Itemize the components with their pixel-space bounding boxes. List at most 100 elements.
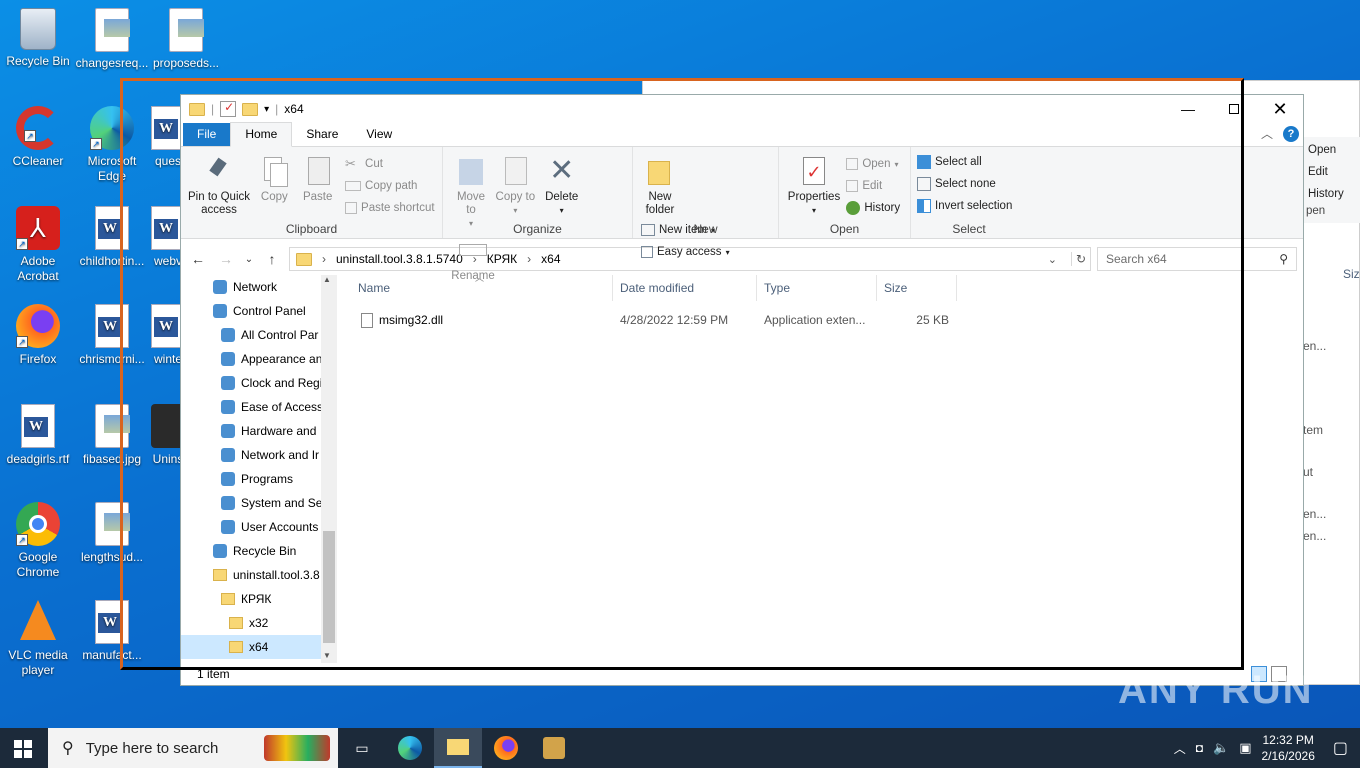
copy-path-button[interactable]: Copy path bbox=[345, 175, 435, 197]
properties-button[interactable]: ✓ Properties ▾ bbox=[785, 155, 843, 217]
nav-scrollbar-thumb[interactable] bbox=[323, 531, 335, 643]
maximize-button[interactable] bbox=[1211, 95, 1257, 123]
easy-access-button[interactable]: Easy access ▾ bbox=[641, 241, 730, 263]
notifications-icon[interactable]: ▢ bbox=[1333, 738, 1348, 758]
invert-selection-button[interactable]: Invert selection bbox=[917, 195, 1021, 217]
pin-quick-access-button[interactable]: Pin to Quick access bbox=[187, 155, 251, 217]
nav-item[interactable]: System and Sec bbox=[181, 491, 328, 515]
taskbar-search-input[interactable]: Type here to search bbox=[86, 740, 219, 757]
nav-item[interactable]: КРЯК bbox=[181, 587, 321, 611]
search-box[interactable]: Search x64 ⚲ bbox=[1097, 247, 1297, 271]
nav-item[interactable]: Appearance an bbox=[181, 347, 322, 371]
column-size[interactable]: Size bbox=[877, 275, 957, 301]
taskbar-search[interactable]: ⚲ Type here to search bbox=[48, 728, 338, 768]
paste-shortcut-button[interactable]: Paste shortcut bbox=[345, 197, 435, 219]
column-date-modified[interactable]: Date modified bbox=[613, 275, 757, 301]
copy-to-button[interactable]: Copy to ▾ bbox=[494, 155, 536, 217]
file-row[interactable]: msimg32.dll 4/28/2022 12:59 PM Applicati… bbox=[351, 309, 1291, 331]
select-none-button[interactable]: Select none bbox=[917, 173, 1021, 195]
tab-view[interactable]: View bbox=[352, 123, 406, 146]
recent-locations-chevron-icon[interactable]: ⌄ bbox=[243, 254, 255, 265]
minimize-button[interactable]: — bbox=[1165, 95, 1211, 123]
nav-item[interactable]: Recycle Bin bbox=[181, 539, 321, 563]
bg-open-button[interactable]: Open bbox=[1304, 139, 1360, 161]
show-hidden-icons-chevron-icon[interactable]: ︿ bbox=[1174, 740, 1186, 757]
forward-button[interactable]: → bbox=[215, 251, 237, 267]
desktop-icon-word[interactable]: W deadgirls.rtf bbox=[0, 404, 76, 467]
bg-edit-button[interactable]: Edit bbox=[1304, 161, 1360, 183]
nav-item[interactable]: Control Panel bbox=[181, 299, 321, 323]
customize-quick-access-chevron-icon[interactable]: ▾ bbox=[264, 104, 269, 115]
meet-now-icon[interactable]: ◘ bbox=[1196, 741, 1203, 755]
uninstall-tool-taskbar-icon[interactable] bbox=[530, 728, 578, 768]
desktop-icon-edge[interactable]: ↗ Microsoft Edge bbox=[74, 106, 150, 184]
edge-taskbar-icon[interactable] bbox=[386, 728, 434, 768]
desktop-icon-firefox[interactable]: ↗ Firefox bbox=[0, 304, 76, 367]
new-folder-button[interactable]: New folder bbox=[639, 155, 681, 217]
clock[interactable]: 12:32 PM 2/16/2026 bbox=[1261, 732, 1314, 764]
nav-item[interactable]: Programs bbox=[181, 467, 321, 491]
desktop-icon-image[interactable]: lengthsud... bbox=[74, 502, 150, 565]
cut-button[interactable]: ✂ Cut bbox=[345, 153, 435, 175]
nav-item[interactable]: Network bbox=[181, 275, 321, 299]
file-explorer-taskbar-icon[interactable] bbox=[434, 728, 482, 768]
help-icon[interactable]: ? bbox=[1283, 125, 1299, 142]
nav-item[interactable]: User Accounts bbox=[181, 515, 321, 539]
search-input[interactable]: Search x64 bbox=[1106, 252, 1167, 266]
tab-share[interactable]: Share bbox=[292, 123, 352, 146]
scroll-down-arrow-icon[interactable]: ▼ bbox=[323, 651, 331, 660]
back-button[interactable]: ← bbox=[187, 251, 209, 267]
desktop-icon-ccleaner[interactable]: ↗ CCleaner bbox=[0, 106, 76, 169]
bg-history-button[interactable]: History bbox=[1304, 183, 1360, 205]
column-type[interactable]: Type bbox=[757, 275, 877, 301]
desktop-icon-chrome[interactable]: ↗ Google Chrome bbox=[0, 502, 76, 580]
desktop-icon-image[interactable]: fibased.jpg bbox=[74, 404, 150, 467]
nav-item[interactable]: x64 bbox=[181, 635, 321, 659]
tab-file[interactable]: File bbox=[183, 123, 231, 146]
desktop-icon-file[interactable]: proposeds... bbox=[148, 8, 224, 71]
up-button[interactable]: ↑ bbox=[261, 251, 283, 267]
desktop-icon-file[interactable]: changesreq... bbox=[74, 8, 150, 71]
move-to-button[interactable]: Move to ▾ bbox=[451, 155, 491, 230]
refresh-icon[interactable]: ↻ bbox=[1070, 252, 1090, 266]
firefox-taskbar-icon[interactable] bbox=[482, 728, 530, 768]
new-folder-quick-icon[interactable] bbox=[242, 102, 259, 116]
start-windows-icon[interactable] bbox=[14, 740, 32, 758]
copy-button[interactable]: Copy bbox=[254, 155, 294, 204]
title-bar[interactable]: | ✓ ▾ | x64 — ✕ bbox=[181, 95, 1303, 123]
tab-home[interactable]: Home bbox=[230, 122, 293, 147]
desktop-icon-vlc[interactable]: VLC media player bbox=[0, 600, 76, 678]
close-button[interactable]: ✕ bbox=[1257, 95, 1303, 123]
desktop-icon-acrobat[interactable]: ⅄ ↗ Adobe Acrobat bbox=[0, 206, 76, 284]
nav-item[interactable]: Network and Ir bbox=[181, 443, 321, 467]
breadcrumb-item[interactable]: uninstall.tool.3.8.1.5740 bbox=[336, 252, 463, 266]
bg-column-size[interactable]: Size bbox=[1343, 267, 1360, 281]
nav-item[interactable]: x32 bbox=[181, 611, 321, 635]
desktop-icon-word[interactable]: W childhortin... bbox=[74, 206, 150, 269]
breadcrumb-separator-icon: › bbox=[322, 252, 326, 266]
desktop-icon-word[interactable]: W chrismorni... bbox=[74, 304, 150, 367]
open-button[interactable]: Open ▾ bbox=[846, 153, 900, 175]
desktop-icon-word[interactable]: W manufact... bbox=[74, 600, 150, 663]
nav-item[interactable]: Clock and Regi bbox=[181, 371, 322, 395]
network-icon[interactable]: ▣ bbox=[1239, 740, 1251, 756]
paste-button[interactable]: Paste bbox=[298, 155, 338, 204]
edit-button[interactable]: Edit bbox=[846, 175, 900, 197]
explorer-window[interactable]: | ✓ ▾ | x64 — ✕ File Home Share View ︿ ?… bbox=[180, 94, 1304, 686]
delete-button[interactable]: ✕ Delete ▾ bbox=[540, 155, 584, 217]
address-dropdown-chevron-icon[interactable]: ⌄ bbox=[1048, 253, 1061, 266]
properties-quick-icon[interactable]: ✓ bbox=[220, 100, 237, 117]
nav-item[interactable]: Hardware and bbox=[181, 419, 321, 443]
collapse-ribbon-chevron-icon[interactable]: ︿ bbox=[1261, 125, 1273, 142]
nav-item[interactable]: All Control Par bbox=[181, 323, 321, 347]
task-view-icon[interactable]: ▭ bbox=[338, 728, 386, 768]
scroll-up-arrow-icon[interactable]: ▲ bbox=[323, 275, 331, 284]
volume-icon[interactable]: 🔈 bbox=[1213, 740, 1229, 756]
nav-item[interactable]: uninstall.tool.3.8 bbox=[181, 563, 321, 587]
nav-item[interactable]: Ease of Access bbox=[181, 395, 323, 419]
desktop-icon-recycle-bin[interactable]: Recycle Bin bbox=[0, 8, 76, 69]
select-all-button[interactable]: Select all bbox=[917, 151, 1021, 173]
shortcut-arrow-icon: ↗ bbox=[16, 336, 28, 348]
history-button[interactable]: History bbox=[846, 197, 900, 219]
breadcrumb-item[interactable]: x64 bbox=[541, 252, 560, 266]
